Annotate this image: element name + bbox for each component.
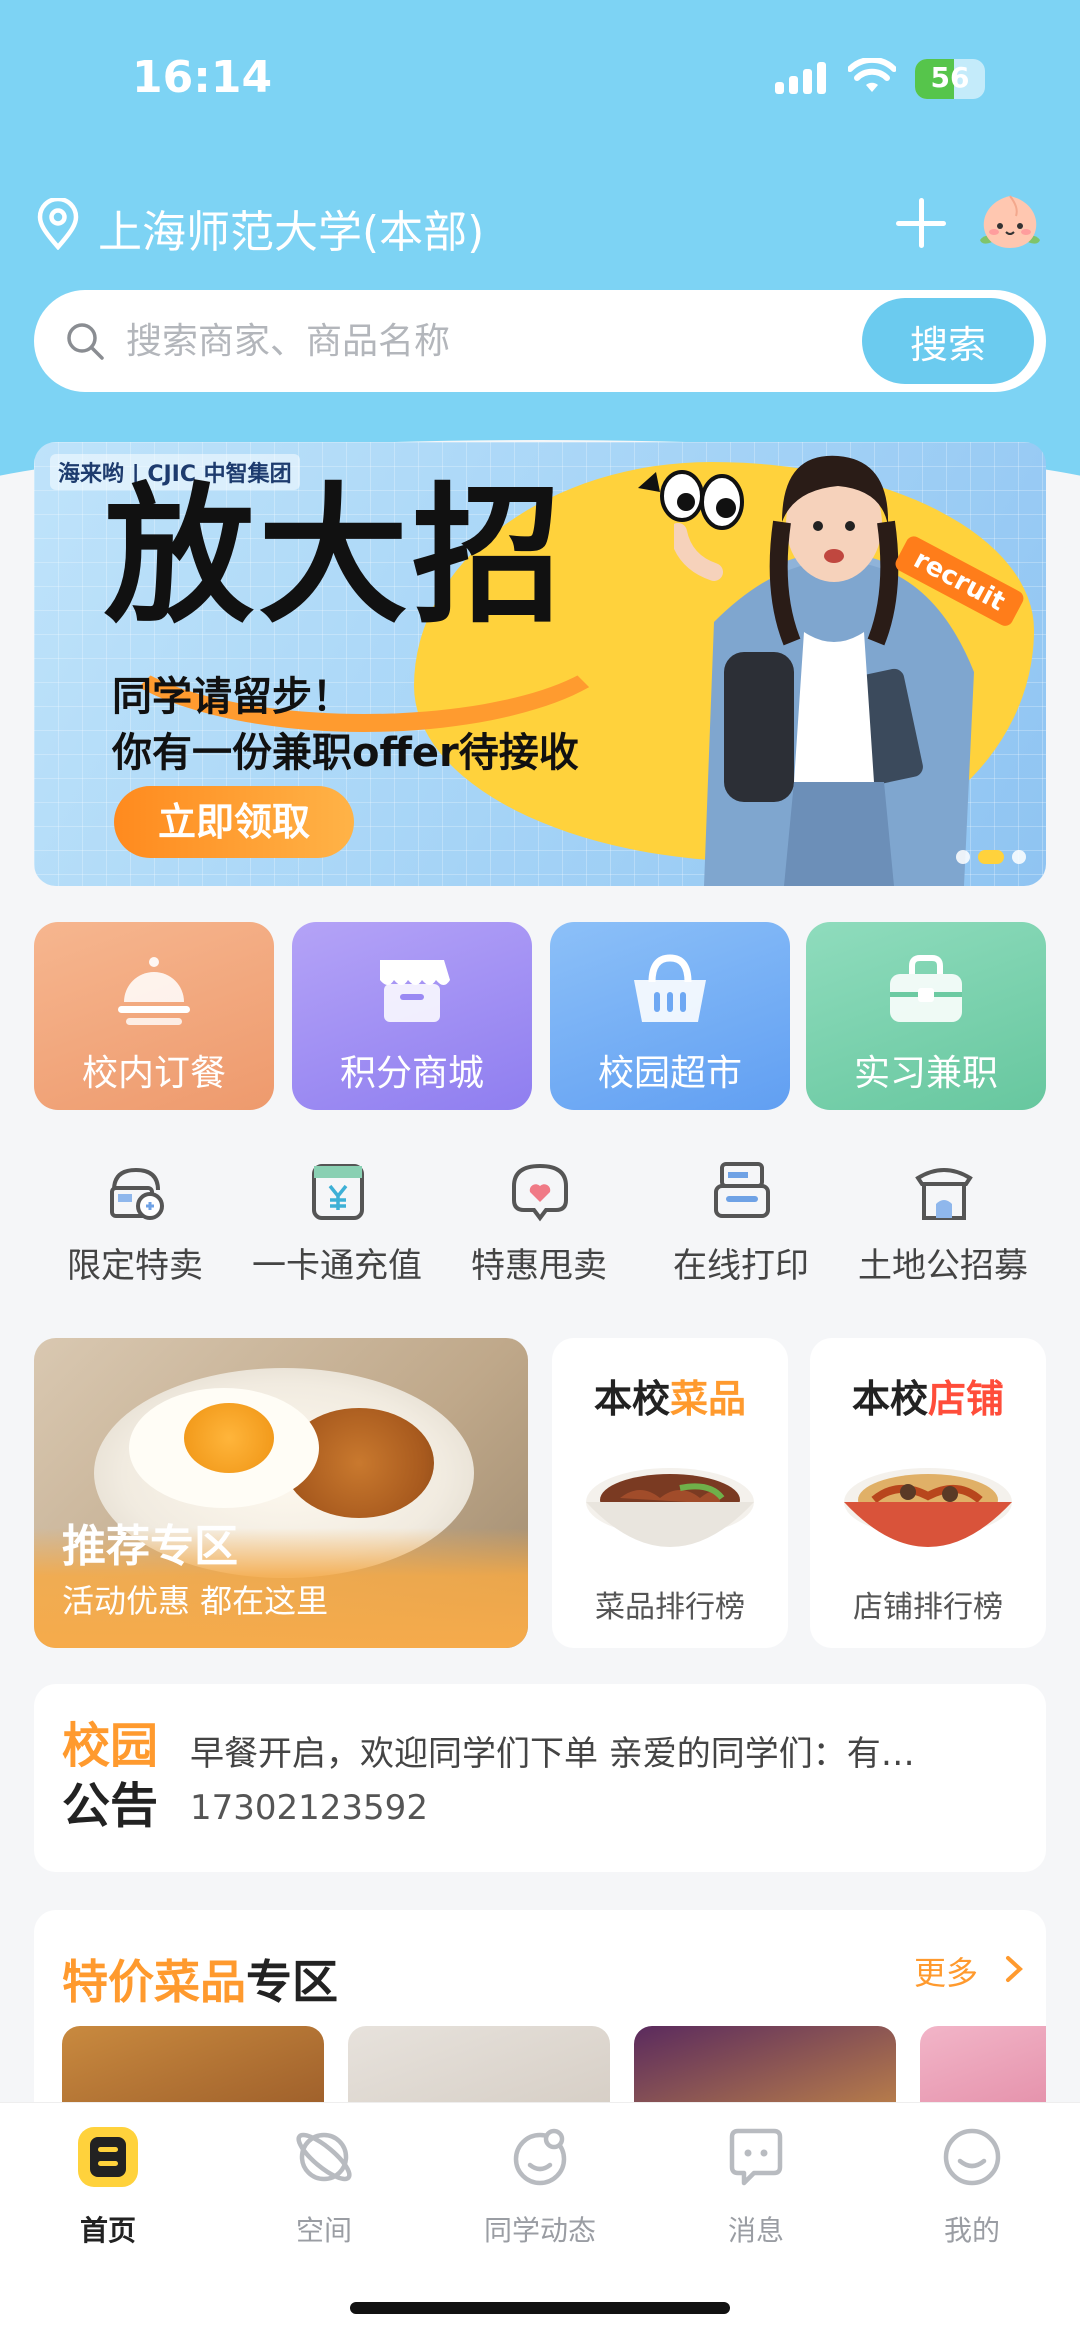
- egg-yolk-image: [184, 1403, 274, 1473]
- notice-logo-top: 校园: [62, 1718, 159, 1774]
- home-icon: [78, 2127, 138, 2187]
- avatar[interactable]: [978, 190, 1042, 254]
- tab-label: 空间: [295, 2214, 352, 2247]
- status-bar: 16:14 56: [0, 0, 1080, 150]
- shop-bowl-image: [844, 1468, 1012, 1547]
- tile-label: 积分商城: [339, 1053, 484, 1094]
- service-limited-sale[interactable]: 限定特卖: [34, 1160, 236, 1290]
- dish-bowl-image: [586, 1468, 754, 1547]
- dish-ranking-card[interactable]: 本校菜品 菜品排行榜: [552, 1338, 788, 1648]
- service-card-recharge[interactable]: 一卡通充值: [236, 1160, 438, 1290]
- chevron-right-icon[interactable]: [1000, 1954, 1026, 1984]
- tile-label: 校园超市: [597, 1053, 742, 1094]
- location-pin-icon[interactable]: [34, 198, 82, 250]
- banner-claim-button[interactable]: 立即领取: [114, 786, 354, 858]
- shrine-icon: [915, 1168, 973, 1220]
- service-label: 在线打印: [673, 1246, 809, 1286]
- search-input[interactable]: [126, 312, 846, 370]
- tile-internship[interactable]: 实习兼职: [806, 922, 1046, 1110]
- tile-label: 校内订餐: [81, 1053, 226, 1094]
- discount-heart-icon: [512, 1163, 568, 1222]
- notice-logo-bottom: 公告: [62, 1778, 159, 1834]
- cellular-signal-icon: [775, 62, 829, 94]
- service-label: 特惠甩卖: [471, 1246, 607, 1286]
- tile-campus-ordering[interactable]: 校内订餐: [34, 922, 274, 1110]
- tab-label: 消息: [727, 2214, 784, 2247]
- more-link[interactable]: 更多: [914, 1948, 978, 1994]
- service-label: 一卡通充值: [252, 1246, 422, 1286]
- search-icon: [67, 323, 104, 360]
- card-recharge-icon: [312, 1164, 364, 1220]
- tab-classmates[interactable]: 同学动态: [432, 2123, 648, 2273]
- banner-line-2: 你有一份兼职offer待接收: [112, 730, 579, 776]
- battery-level: 56: [930, 61, 970, 94]
- shop-ranking-label: 店铺排行榜: [853, 1590, 1003, 1625]
- recommend-subtitle: 活动优惠 都在这里: [62, 1582, 329, 1620]
- home-indicator[interactable]: [350, 2302, 730, 2314]
- dish-ranking-label: 菜品排行榜: [595, 1590, 745, 1625]
- special-section-title: 特价菜品专区: [62, 1955, 338, 2009]
- recommend-zone-card[interactable]: 推荐专区 活动优惠 都在这里: [34, 1338, 528, 1648]
- wifi-icon: [848, 58, 896, 92]
- notice-phone: 17302123592: [190, 1788, 428, 1828]
- service-label: 限定特卖: [67, 1246, 203, 1286]
- tab-home[interactable]: 首页: [0, 2123, 216, 2273]
- printer-icon: [714, 1162, 770, 1218]
- message-icon: [729, 2128, 783, 2186]
- tab-label: 首页: [79, 2214, 136, 2247]
- service-label: 土地公招募: [858, 1246, 1028, 1286]
- dish-ranking-title: 本校菜品: [593, 1377, 747, 1421]
- banner-pagination: [956, 850, 1026, 864]
- search-bar: 搜索: [34, 290, 1046, 392]
- promo-banner[interactable]: 海来哟 | CJIC 中智集团 放大招 同学请留步！ 你有一份兼职offer待接…: [34, 442, 1046, 886]
- campus-selector[interactable]: 上海师范大学(本部): [98, 196, 484, 260]
- status-time: 16:14: [132, 52, 273, 103]
- banner-line-1: 同学请留步！: [112, 674, 352, 720]
- food-cloche-icon: [118, 957, 190, 1025]
- profile-icon: [943, 2128, 1001, 2186]
- search-button[interactable]: 搜索: [862, 298, 1034, 384]
- add-button[interactable]: [892, 194, 950, 252]
- tab-messages[interactable]: 消息: [648, 2123, 864, 2273]
- shop-icon: [380, 960, 450, 1022]
- tab-label: 同学动态: [483, 2214, 596, 2247]
- services-grid: 限定特卖 一卡通充值 特惠甩卖 在线打印 土地公招募: [34, 1160, 1046, 1290]
- notice-text: 早餐开启，欢迎同学们下单 亲爱的同学们：有…: [190, 1734, 915, 1774]
- battery-icon: 56: [915, 59, 985, 99]
- limited-sale-icon: [110, 1167, 164, 1220]
- shop-ranking-title: 本校店铺: [851, 1377, 1005, 1421]
- tile-points-mall[interactable]: 积分商城: [292, 922, 532, 1110]
- service-land-god-recruit[interactable]: 土地公招募: [842, 1160, 1044, 1290]
- tile-label: 实习兼职: [853, 1053, 998, 1094]
- tab-profile[interactable]: 我的: [864, 2123, 1080, 2273]
- recommend-title: 推荐专区: [62, 1521, 238, 1572]
- banner-student-illustration: [674, 455, 974, 886]
- service-online-print[interactable]: 在线打印: [640, 1160, 842, 1290]
- banner-title: 放大招: [104, 470, 567, 644]
- planet-icon: [296, 2132, 352, 2182]
- service-discount-sale[interactable]: 特惠甩卖: [438, 1160, 640, 1290]
- tile-campus-supermarket[interactable]: 校园超市: [550, 922, 790, 1110]
- campus-notice[interactable]: 校园 公告 早餐开启，欢迎同学们下单 亲爱的同学们：有… 17302123592: [34, 1684, 1046, 1872]
- shop-ranking-card[interactable]: 本校店铺 店铺排行榜: [810, 1338, 1046, 1648]
- location-row: 上海师范大学(本部): [34, 190, 1046, 260]
- tab-label: 我的: [943, 2214, 1000, 2247]
- basket-icon: [634, 954, 706, 1022]
- tab-space[interactable]: 空间: [216, 2123, 432, 2273]
- moments-icon: [513, 2128, 567, 2186]
- briefcase-icon: [890, 955, 962, 1022]
